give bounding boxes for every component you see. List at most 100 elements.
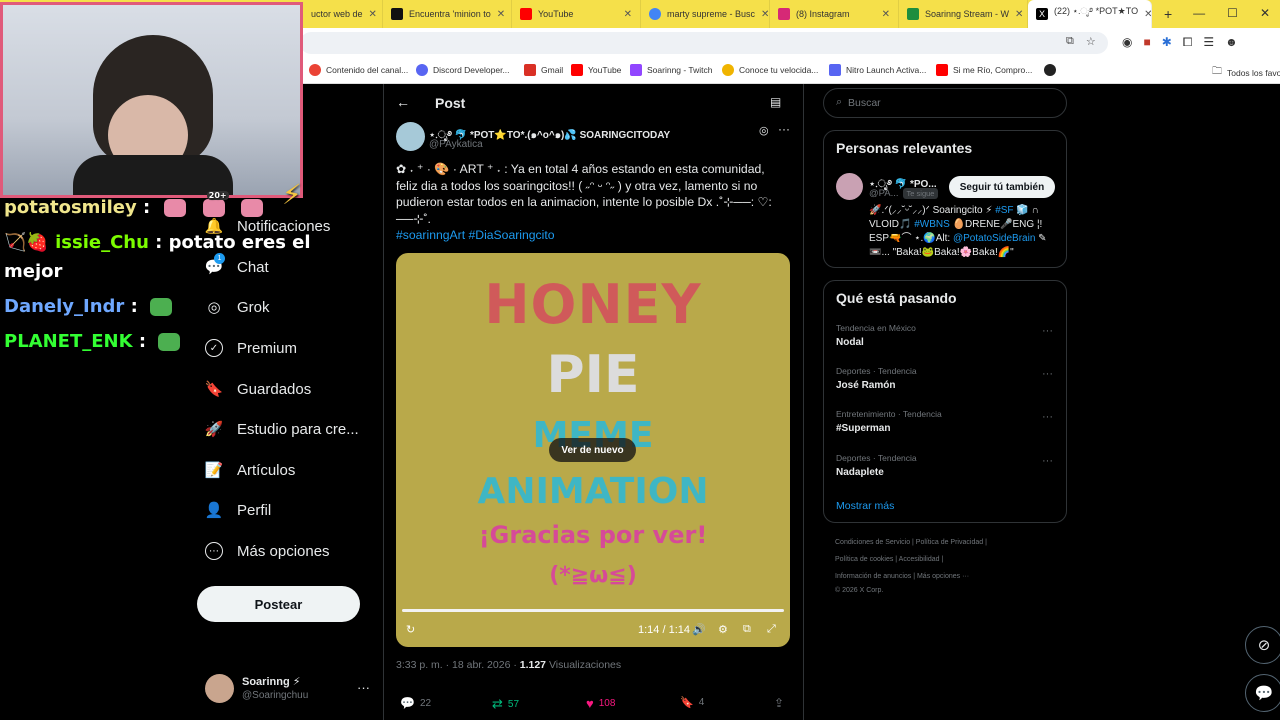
more-icon[interactable]: ··· [1042, 455, 1053, 467]
nav-item-notificaciones[interactable]: 🔔 Notificaciones [205, 217, 331, 236]
grok-icon[interactable]: ◎ [759, 124, 769, 137]
bookmark[interactable]: Conoce tu velocida... [722, 64, 818, 76]
relevant-handle[interactable]: @PA... [869, 188, 899, 199]
trend-context: Deportes · Tendencia [836, 366, 917, 376]
bookmark[interactable]: YouTube [571, 64, 621, 76]
bookmark[interactable]: Soarinng - Twitch [630, 64, 713, 76]
close-icon[interactable]: ✕ [624, 9, 632, 20]
globe-icon [1044, 64, 1056, 76]
follow-back-button[interactable]: Seguir tú también [949, 176, 1055, 198]
relevant-people-card: Personas relevantes ⋆.ೃ࿔ 🐬 *PO... @PA...… [823, 130, 1067, 268]
nav-item-chat[interactable]: 💬 1 Chat [205, 253, 269, 276]
close-icon[interactable]: ✕ [1015, 9, 1023, 20]
grok-floating-button[interactable]: ⊘ [1245, 626, 1280, 664]
close-icon[interactable]: ✕ [882, 9, 890, 20]
browser-tab[interactable]: Soarinng Stream - W ✕ [899, 0, 1028, 28]
like-button[interactable]: ♥ 108 [586, 696, 615, 711]
extension-icon[interactable]: ■ [1143, 35, 1150, 50]
video-player[interactable]: HONEY PIE MEME ANIMATION ¡Gracias por ve… [396, 253, 790, 647]
bio-link[interactable]: #SF [995, 205, 1013, 216]
avatar[interactable] [396, 122, 425, 151]
replay-icon[interactable]: ↻ [406, 623, 415, 636]
media-controls-icon[interactable]: ☰ [1203, 35, 1214, 50]
minimize-icon[interactable]: — [1193, 6, 1205, 20]
bio-link[interactable]: #WBNS [914, 219, 950, 230]
more-icon[interactable]: ··· [1042, 411, 1053, 423]
bio-link[interactable]: @PotatoSideBrain [953, 233, 1035, 244]
fullscreen-icon[interactable]: ⤢ [767, 623, 776, 636]
more-icon[interactable]: ··· [357, 680, 370, 695]
pip-icon[interactable]: ⧉ [743, 623, 751, 636]
repost-count: 57 [507, 698, 520, 710]
extension-icon[interactable]: ✱ [1162, 35, 1172, 50]
bookmark[interactable]: Nitro Launch Activa... [829, 64, 926, 76]
bookmark-button[interactable]: 🔖 4 [680, 696, 704, 709]
maximize-icon[interactable]: ☐ [1227, 6, 1238, 20]
search-box[interactable]: ⌕ Buscar [823, 88, 1067, 118]
bookmark[interactable]: Contenido del canal... [309, 64, 408, 76]
gmail-icon [524, 64, 536, 76]
more-icon[interactable]: ··· [1042, 325, 1053, 337]
bookmark[interactable] [1044, 64, 1056, 76]
nav-item-guardados[interactable]: 🔖 Guardados [205, 380, 312, 399]
messages-floating-button[interactable]: 💬 [1245, 674, 1280, 712]
browser-tab[interactable]: uctor web de ✕ [303, 0, 383, 28]
bookmark-all[interactable]: 🗀 Todos los favoritos [1212, 64, 1280, 81]
bookmark[interactable]: Si me Río, Compro... [936, 64, 1032, 76]
more-icon[interactable]: ··· [1042, 368, 1053, 380]
new-tab-icon[interactable]: + [1164, 6, 1172, 22]
avatar-icon[interactable]: ☻ [1225, 35, 1238, 50]
nav-item-premium[interactable]: ✓ Premium [205, 339, 297, 357]
back-arrow-icon[interactable]: ← [396, 94, 410, 110]
nav-label: Perfil [237, 501, 272, 519]
install-app-icon[interactable]: ⧉ [1066, 35, 1074, 48]
nav-item-mas-opciones[interactable]: ⋯ Más opciones [205, 542, 330, 560]
account-switcher[interactable]: Soarinng ⚡ @Soaringchuu ··· [205, 672, 375, 708]
nav-item-articulos[interactable]: 📝 Artículos [205, 461, 296, 480]
settings-icon[interactable]: ⚙ [718, 623, 728, 636]
volume-icon[interactable]: 🔊 [692, 623, 706, 636]
nav-item-estudio[interactable]: 🚀 Estudio para cre... [205, 420, 359, 439]
browser-tab-active[interactable]: X (22) ⋆.ೃ࿔ *POT★TO ✕ [1028, 0, 1152, 28]
trend-item[interactable]: Deportes · Tendencia José Ramón ··· [836, 366, 1056, 400]
footer-links[interactable]: Política de cookies | Accesibilidad | [835, 556, 943, 563]
browser-tab[interactable]: YouTube ✕ [512, 0, 641, 28]
post-timestamp[interactable]: 3:33 p. m. · 18 abr. 2026 · [396, 659, 517, 671]
footer-links[interactable]: Condiciones de Servicio | Política de Pr… [835, 539, 987, 546]
close-window-icon[interactable]: ✕ [1260, 6, 1270, 20]
puzzle-icon[interactable]: ⧠ [1183, 35, 1193, 50]
main-column: ← Post ▤ ⋆.ೃ࿔ 🐬 *POT⭐TO*.(๑^o^๑)💦 SOARIN… [383, 84, 804, 720]
close-icon[interactable]: ✕ [761, 9, 769, 20]
video-progress-bar[interactable] [402, 609, 784, 612]
star-icon[interactable]: ☆ [1086, 35, 1096, 48]
reply-button[interactable]: 💬 22 [400, 696, 431, 710]
chat-text: mejor [4, 261, 63, 282]
bookmark[interactable]: Discord Developer... [416, 64, 510, 76]
browser-tab[interactable]: Encuentra 'minion to ✕ [383, 0, 512, 28]
address-bar[interactable] [300, 32, 1108, 54]
bookmark[interactable]: Gmail [524, 64, 563, 76]
show-more-link[interactable]: Mostrar más [836, 500, 894, 512]
browser-tab[interactable]: (8) Instagram ✕ [770, 0, 899, 28]
trend-item[interactable]: Entretenimiento · Tendencia #Superman ··… [836, 409, 1056, 443]
browser-tab[interactable]: marty supreme - Busc ✕ [641, 0, 770, 28]
extension-icon[interactable]: ◉ [1122, 35, 1132, 50]
nav-item-perfil[interactable]: 👤 Perfil [205, 501, 272, 520]
author-handle[interactable]: @PAykatica [429, 139, 483, 150]
nav-item-grok[interactable]: ◎ Grok [205, 298, 269, 317]
close-icon[interactable]: ✕ [497, 9, 505, 20]
repost-button[interactable]: ⇄ 57 [492, 696, 519, 712]
avatar[interactable] [836, 173, 863, 200]
extensions-bar: ◉ ■ ✱ ⧠ ☰ ☻ [1122, 35, 1238, 50]
trend-item[interactable]: Deportes · Tendencia Nadaplete ··· [836, 453, 1056, 487]
trend-item[interactable]: Tendencia en México Nodal ··· [836, 323, 1056, 357]
replay-button[interactable]: Ver de nuevo [549, 438, 636, 462]
post-hashtags[interactable]: #soarinngArt #DiaSoaringcito [396, 228, 555, 242]
close-icon[interactable]: ✕ [1144, 9, 1151, 20]
close-icon[interactable]: ✕ [369, 9, 377, 20]
reader-mode-icon[interactable]: ▤ [770, 95, 781, 109]
share-button[interactable]: ⇪ [774, 696, 784, 710]
more-icon[interactable]: ··· [778, 122, 790, 136]
footer-links[interactable]: Información de anuncios | Más opciones ·… [835, 573, 969, 580]
post-button[interactable]: Postear [197, 586, 360, 622]
